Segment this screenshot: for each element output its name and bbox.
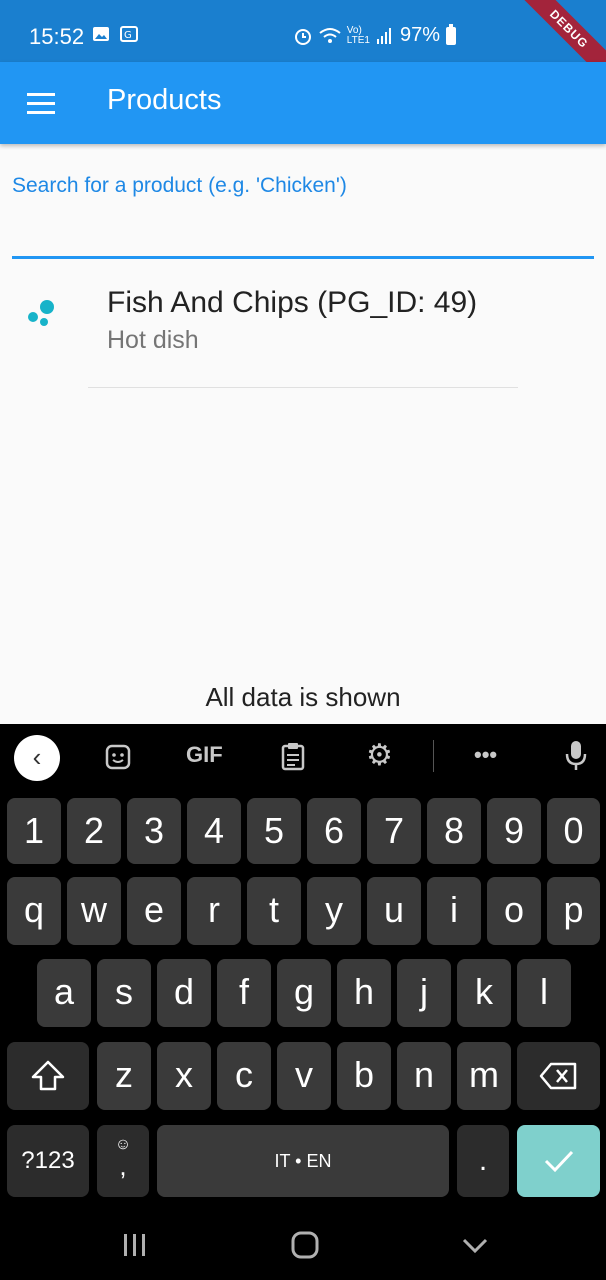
key-7[interactable]: 7 [367,798,421,864]
key-h[interactable]: h [337,959,391,1027]
key-0[interactable]: 0 [547,798,600,864]
key-8[interactable]: 8 [427,798,481,864]
comma-label: , [119,1151,127,1181]
keyboard-toolbar: ‹ GIF ⚙ ••• [0,724,606,790]
search-label: Search for a product (e.g. 'Chicken') [12,174,347,197]
key-a[interactable]: a [37,959,91,1027]
key-l[interactable]: l [517,959,571,1027]
key-b[interactable]: b [337,1042,391,1110]
key-m[interactable]: m [457,1042,511,1110]
gif-button[interactable]: GIF [186,742,223,768]
key-q[interactable]: q [7,877,61,945]
status-bar: 15:52 G Vo) LTE1 97% DEBUG [0,0,606,90]
app-bar: Products [0,62,606,144]
key-t[interactable]: t [247,877,301,945]
key-6[interactable]: 6 [307,798,361,864]
key-4[interactable]: 4 [187,798,241,864]
key-f[interactable]: f [217,959,271,1027]
sticker-icon[interactable] [104,743,132,771]
microphone-icon[interactable] [564,740,588,772]
key-1[interactable]: 1 [7,798,61,864]
home-icon[interactable] [290,1230,320,1260]
key-d[interactable]: d [157,959,211,1027]
key-e[interactable]: e [127,877,181,945]
svg-text:G: G [124,30,132,41]
key-9[interactable]: 9 [487,798,541,864]
chevron-down-icon[interactable] [460,1230,490,1260]
key-y[interactable]: y [307,877,361,945]
navigation-bar [0,1216,606,1280]
gear-icon[interactable]: ⚙ [366,738,393,773]
status-time: 15:52 [29,24,85,49]
wifi-icon [319,27,341,43]
battery-percent: 97% [399,24,440,46]
key-s[interactable]: s [97,959,151,1027]
list-divider [88,387,518,388]
list-item[interactable]: Fish And Chips (PG_ID: 49) Hot dish [0,272,606,372]
menu-icon[interactable] [27,93,55,114]
clipboard-icon[interactable] [280,741,306,771]
backspace-icon [539,1062,576,1090]
search-input[interactable] [12,212,594,258]
chevron-left-icon[interactable]: ‹ [14,735,60,781]
gallery-icon [93,27,109,41]
alarm-icon [294,28,311,45]
key-5[interactable]: 5 [247,798,301,864]
shift-icon [31,1060,65,1091]
key-n[interactable]: n [397,1042,451,1110]
key-c[interactable]: c [217,1042,271,1110]
space-key[interactable]: IT • EN [157,1125,449,1197]
toolbar-divider [433,740,434,772]
product-title: Fish And Chips (PG_ID: 49) [107,286,478,319]
key-k[interactable]: k [457,959,511,1027]
key-j[interactable]: j [397,959,451,1027]
search-field[interactable]: Search for a product (e.g. 'Chicken') [12,162,594,260]
volte-icon: Vo) LTE1 [346,24,370,46]
shift-key[interactable] [7,1042,89,1110]
key-r[interactable]: r [187,877,241,945]
key-v[interactable]: v [277,1042,331,1110]
check-icon [544,1150,573,1173]
enter-key[interactable] [517,1125,600,1197]
search-underline [12,256,594,259]
backspace-key[interactable] [517,1042,600,1110]
key-u[interactable]: u [367,877,421,945]
page-title: Products [107,84,222,116]
keyboard: ‹ GIF ⚙ ••• 1 2 3 4 5 6 7 8 9 0 q w e r … [0,724,606,1216]
status-message: All data is shown [205,682,401,712]
battery-icon [446,23,456,45]
product-subtitle: Hot dish [107,326,199,354]
more-icon[interactable]: ••• [474,742,497,768]
key-x[interactable]: x [157,1042,211,1110]
key-2[interactable]: 2 [67,798,121,864]
key-w[interactable]: w [67,877,121,945]
translate-icon: G [120,26,138,42]
key-g[interactable]: g [277,959,331,1027]
key-p[interactable]: p [547,877,600,945]
product-dots-icon [28,300,56,328]
key-i[interactable]: i [427,877,481,945]
key-z[interactable]: z [97,1042,151,1110]
symbols-key[interactable]: ?123 [7,1125,89,1197]
emoji-comma-key[interactable]: ☺ , [97,1125,149,1197]
recent-apps-icon[interactable] [120,1230,150,1260]
key-o[interactable]: o [487,877,541,945]
signal-icon [376,27,391,44]
key-3[interactable]: 3 [127,798,181,864]
status-right: Vo) LTE1 97% [293,23,456,47]
period-key[interactable]: . [457,1125,509,1197]
